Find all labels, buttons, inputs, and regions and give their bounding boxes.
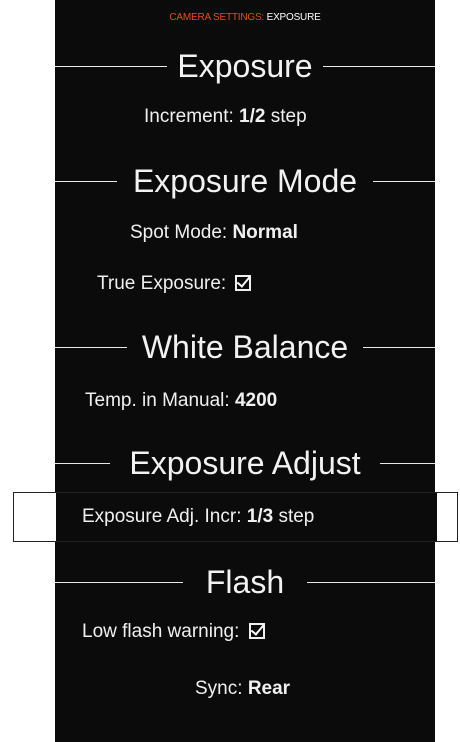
setting-label: Low flash warning: [82,621,240,642]
setting-row-exposure-adj-incr[interactable]: Exposure Adj. Incr: 1/3 step [82,497,460,537]
setting-label: Exposure Adj. Incr: [82,506,242,527]
setting-label: Increment: [144,106,234,127]
section-header-flash: Flash [55,557,435,607]
setting-row-low-flash-warning[interactable]: Low flash warning: [82,612,460,652]
setting-row-true-exposure[interactable]: True Exposure: [97,264,460,304]
section-header-exposure-adjust: Exposure Adjust [55,438,435,488]
setting-label: Spot Mode: [130,222,228,243]
setting-label: Sync: [195,678,243,699]
setting-label: Temp. in Manual: [85,390,230,411]
divider [363,347,435,348]
setting-row-sync[interactable]: Sync: Rear [195,669,460,709]
setting-value: 4200 [234,390,278,411]
selected-row-background: Exposure Adj. Incr: 1/3 step [56,493,437,541]
setting-unit: step [270,106,307,127]
section-header-exposure-mode: Exposure Mode [55,156,435,206]
section-header-white-balance: White Balance [55,322,435,372]
breadcrumb: CAMERA SETTINGS: EXPOSURE [55,12,435,23]
divider [307,582,435,583]
breadcrumb-page: EXPOSURE [266,12,321,23]
setting-value: 1/3 [246,506,274,527]
setting-value: 1/2 [239,106,266,127]
setting-row-increment[interactable]: Increment: 1/2 step [144,97,460,137]
setting-row-temp-manual[interactable]: Temp. in Manual: 4200 [85,381,460,421]
setting-unit: step [278,506,315,527]
breadcrumb-category: CAMERA SETTINGS: [169,12,264,23]
setting-value: Normal [232,222,298,243]
section-title: Exposure Adjust [129,445,361,481]
selection-highlight: Exposure Adj. Incr: 1/3 step [13,492,458,542]
divider [323,66,435,67]
setting-value: Rear [247,678,291,699]
low-flash-warning-checkbox[interactable] [248,623,265,639]
divider [373,181,435,182]
true-exposure-checkbox[interactable] [235,275,252,291]
setting-row-spot-mode[interactable]: Spot Mode: Normal [130,213,460,253]
camera-settings-screen: CAMERA SETTINGS: EXPOSURE Exposure Incre… [55,0,435,742]
section-header-exposure: Exposure [55,41,435,91]
setting-label: True Exposure: [97,273,227,294]
divider [380,463,435,464]
